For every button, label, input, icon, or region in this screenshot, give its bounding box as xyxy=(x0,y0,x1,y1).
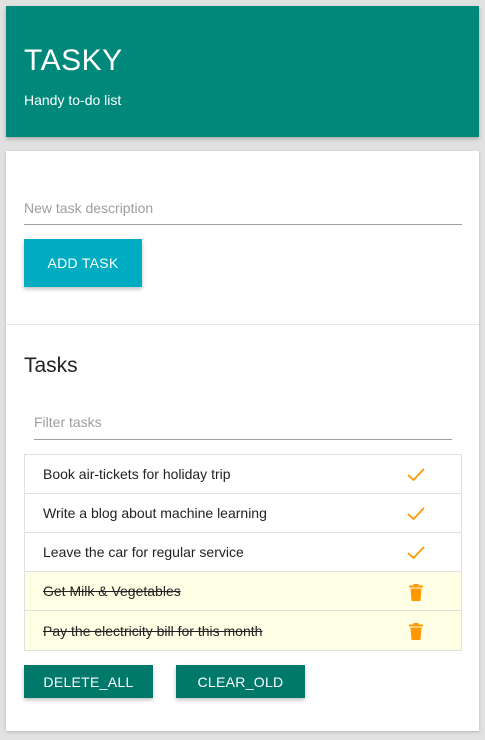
task-text: Write a blog about machine learning xyxy=(43,505,267,521)
trash-icon[interactable] xyxy=(407,583,425,601)
task-text: Book air-tickets for holiday trip xyxy=(43,466,231,482)
app-subtitle: Handy to-do list xyxy=(24,92,122,108)
check-icon[interactable] xyxy=(407,505,425,523)
filter-tasks-input[interactable] xyxy=(34,404,452,440)
task-text: Pay the electricity bill for this month xyxy=(43,622,263,639)
check-icon[interactable] xyxy=(407,466,425,484)
task-item-done: Get Milk & Vegetables xyxy=(25,572,461,611)
section-divider xyxy=(6,324,479,325)
task-item-done: Pay the electricity bill for this month xyxy=(25,611,461,650)
task-list: Book air-tickets for holiday trip Write … xyxy=(24,454,462,651)
add-task-button[interactable]: ADD TASK xyxy=(24,239,142,287)
main-card: ADD TASK Tasks Book air-tickets for holi… xyxy=(6,151,479,731)
new-task-input[interactable] xyxy=(24,191,462,225)
task-text: Get Milk & Vegetables xyxy=(43,583,181,599)
task-item: Book air-tickets for holiday trip xyxy=(25,455,461,494)
app-title: TASKY xyxy=(24,44,123,77)
check-icon[interactable] xyxy=(407,544,425,562)
tasks-heading: Tasks xyxy=(24,354,78,377)
task-item: Write a blog about machine learning xyxy=(25,494,461,533)
trash-icon[interactable] xyxy=(407,622,425,640)
delete-all-button[interactable]: DELETE_ALL xyxy=(24,665,153,698)
task-item: Leave the car for regular service xyxy=(25,533,461,572)
clear-old-button[interactable]: CLEAR_OLD xyxy=(176,665,305,698)
task-text: Leave the car for regular service xyxy=(43,544,244,560)
app-header: TASKY Handy to-do list xyxy=(6,6,479,137)
